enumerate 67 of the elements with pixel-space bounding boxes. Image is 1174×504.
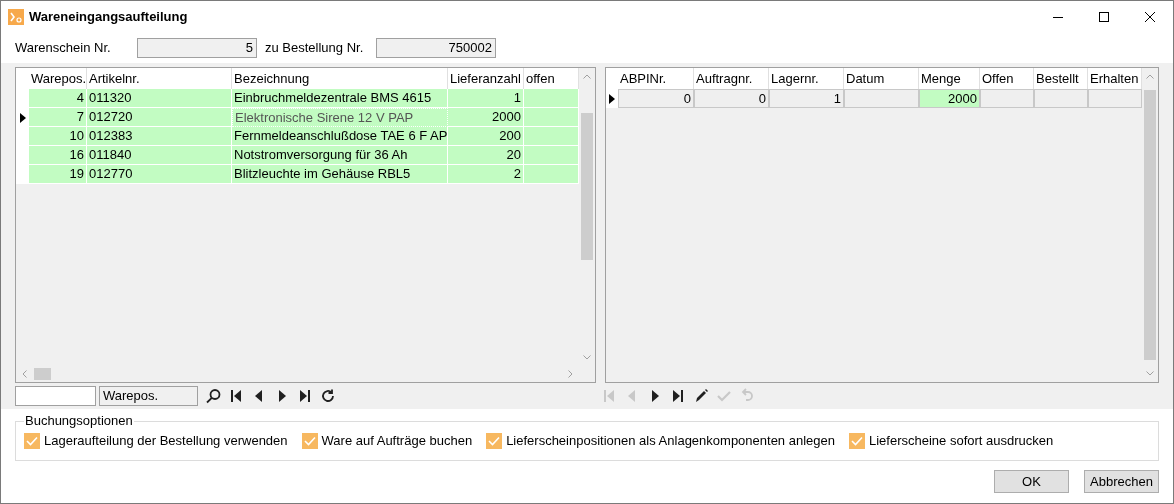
table-cell: 1 — [769, 89, 844, 108]
dialog-button[interactable]: Abbrechen — [1084, 470, 1159, 493]
app-icon — [8, 9, 24, 25]
table-cell — [524, 127, 579, 146]
check-icon — [303, 436, 316, 446]
check-icon — [488, 436, 501, 446]
field-label: zu Bestellung Nr. — [265, 39, 365, 58]
scrollbar-thumb[interactable] — [34, 368, 51, 380]
table-cell: 16 — [29, 146, 87, 165]
scroll-left-icon — [22, 370, 27, 378]
table-cell: 10 — [29, 127, 87, 146]
table-cell: 2 — [448, 165, 524, 184]
search-column-field[interactable]: Warepos. — [99, 386, 198, 406]
table-cell: Elektronische Sirene 12 V PAP — [232, 108, 448, 127]
check-icon — [26, 436, 38, 446]
checkbox[interactable] — [849, 433, 865, 449]
table-cell: 20 — [448, 146, 524, 165]
table-cell: Notstromversorgung für 36 Ah — [232, 146, 448, 165]
table-cell: 2000 — [919, 89, 980, 108]
checkbox[interactable] — [486, 433, 503, 449]
table-cell: 4 — [29, 89, 87, 108]
checkbox[interactable] — [24, 433, 40, 449]
search-icon — [204, 388, 221, 404]
table-cell: Einbruchmeldezentrale BMS 4615 — [232, 89, 448, 108]
window-title: Wareneingangsaufteilung — [29, 8, 188, 27]
table-cell: 0 — [618, 89, 694, 108]
scroll-down-icon — [1146, 371, 1154, 376]
table-cell: 012770 — [87, 165, 232, 184]
group-title: Buchungsoptionen — [24, 413, 134, 429]
scrollbar-thumb[interactable] — [1144, 90, 1156, 360]
scroll-up-icon — [583, 74, 591, 79]
table-cell: 012720 — [87, 108, 232, 127]
current-row-icon — [609, 93, 615, 104]
table-cell: Blitzleuchte im Gehäuse RBL5 — [232, 165, 448, 184]
close-icon — [1145, 12, 1155, 22]
table-cell: 012383 — [87, 127, 232, 146]
table-cell: 1 — [448, 89, 524, 108]
scrollbar-thumb[interactable] — [581, 113, 593, 260]
table-cell: 011320 — [87, 89, 232, 108]
option-label: Ware auf Aufträge buchen — [321, 432, 473, 451]
search-field[interactable] — [15, 386, 96, 406]
field-label: Warenschein Nr. — [15, 39, 112, 58]
dialog-button[interactable]: OK — [994, 470, 1069, 493]
scroll-right-icon — [568, 370, 573, 378]
check-icon — [851, 436, 863, 446]
current-row-icon — [19, 112, 26, 123]
table-cell: 0 — [694, 89, 769, 108]
table-cell — [524, 146, 579, 165]
option-checkbox[interactable]: Ware auf Aufträge buchen — [301, 431, 473, 451]
table-cell: 2000 — [448, 108, 524, 127]
number-field[interactable]: 5 — [137, 38, 257, 58]
table-cell: 011840 — [87, 146, 232, 165]
number-field[interactable]: 750002 — [376, 38, 496, 58]
table-cell: 7 — [29, 108, 87, 127]
maximize-icon — [1099, 12, 1109, 22]
table-cell: 200 — [448, 127, 524, 146]
scroll-up-icon — [1146, 74, 1154, 79]
table-cell: 19 — [29, 165, 87, 184]
row-header[interactable] — [606, 89, 618, 108]
table-cell — [524, 108, 579, 127]
checkbox[interactable] — [301, 433, 318, 449]
refresh-icon — [319, 388, 336, 404]
scroll-down-icon — [583, 355, 591, 360]
table-cell — [524, 165, 579, 184]
minimize-icon — [1053, 16, 1063, 18]
table-cell: Fernmeldeanschlußdose TAE 6 F AP — [232, 127, 448, 146]
check-icon — [715, 388, 732, 404]
